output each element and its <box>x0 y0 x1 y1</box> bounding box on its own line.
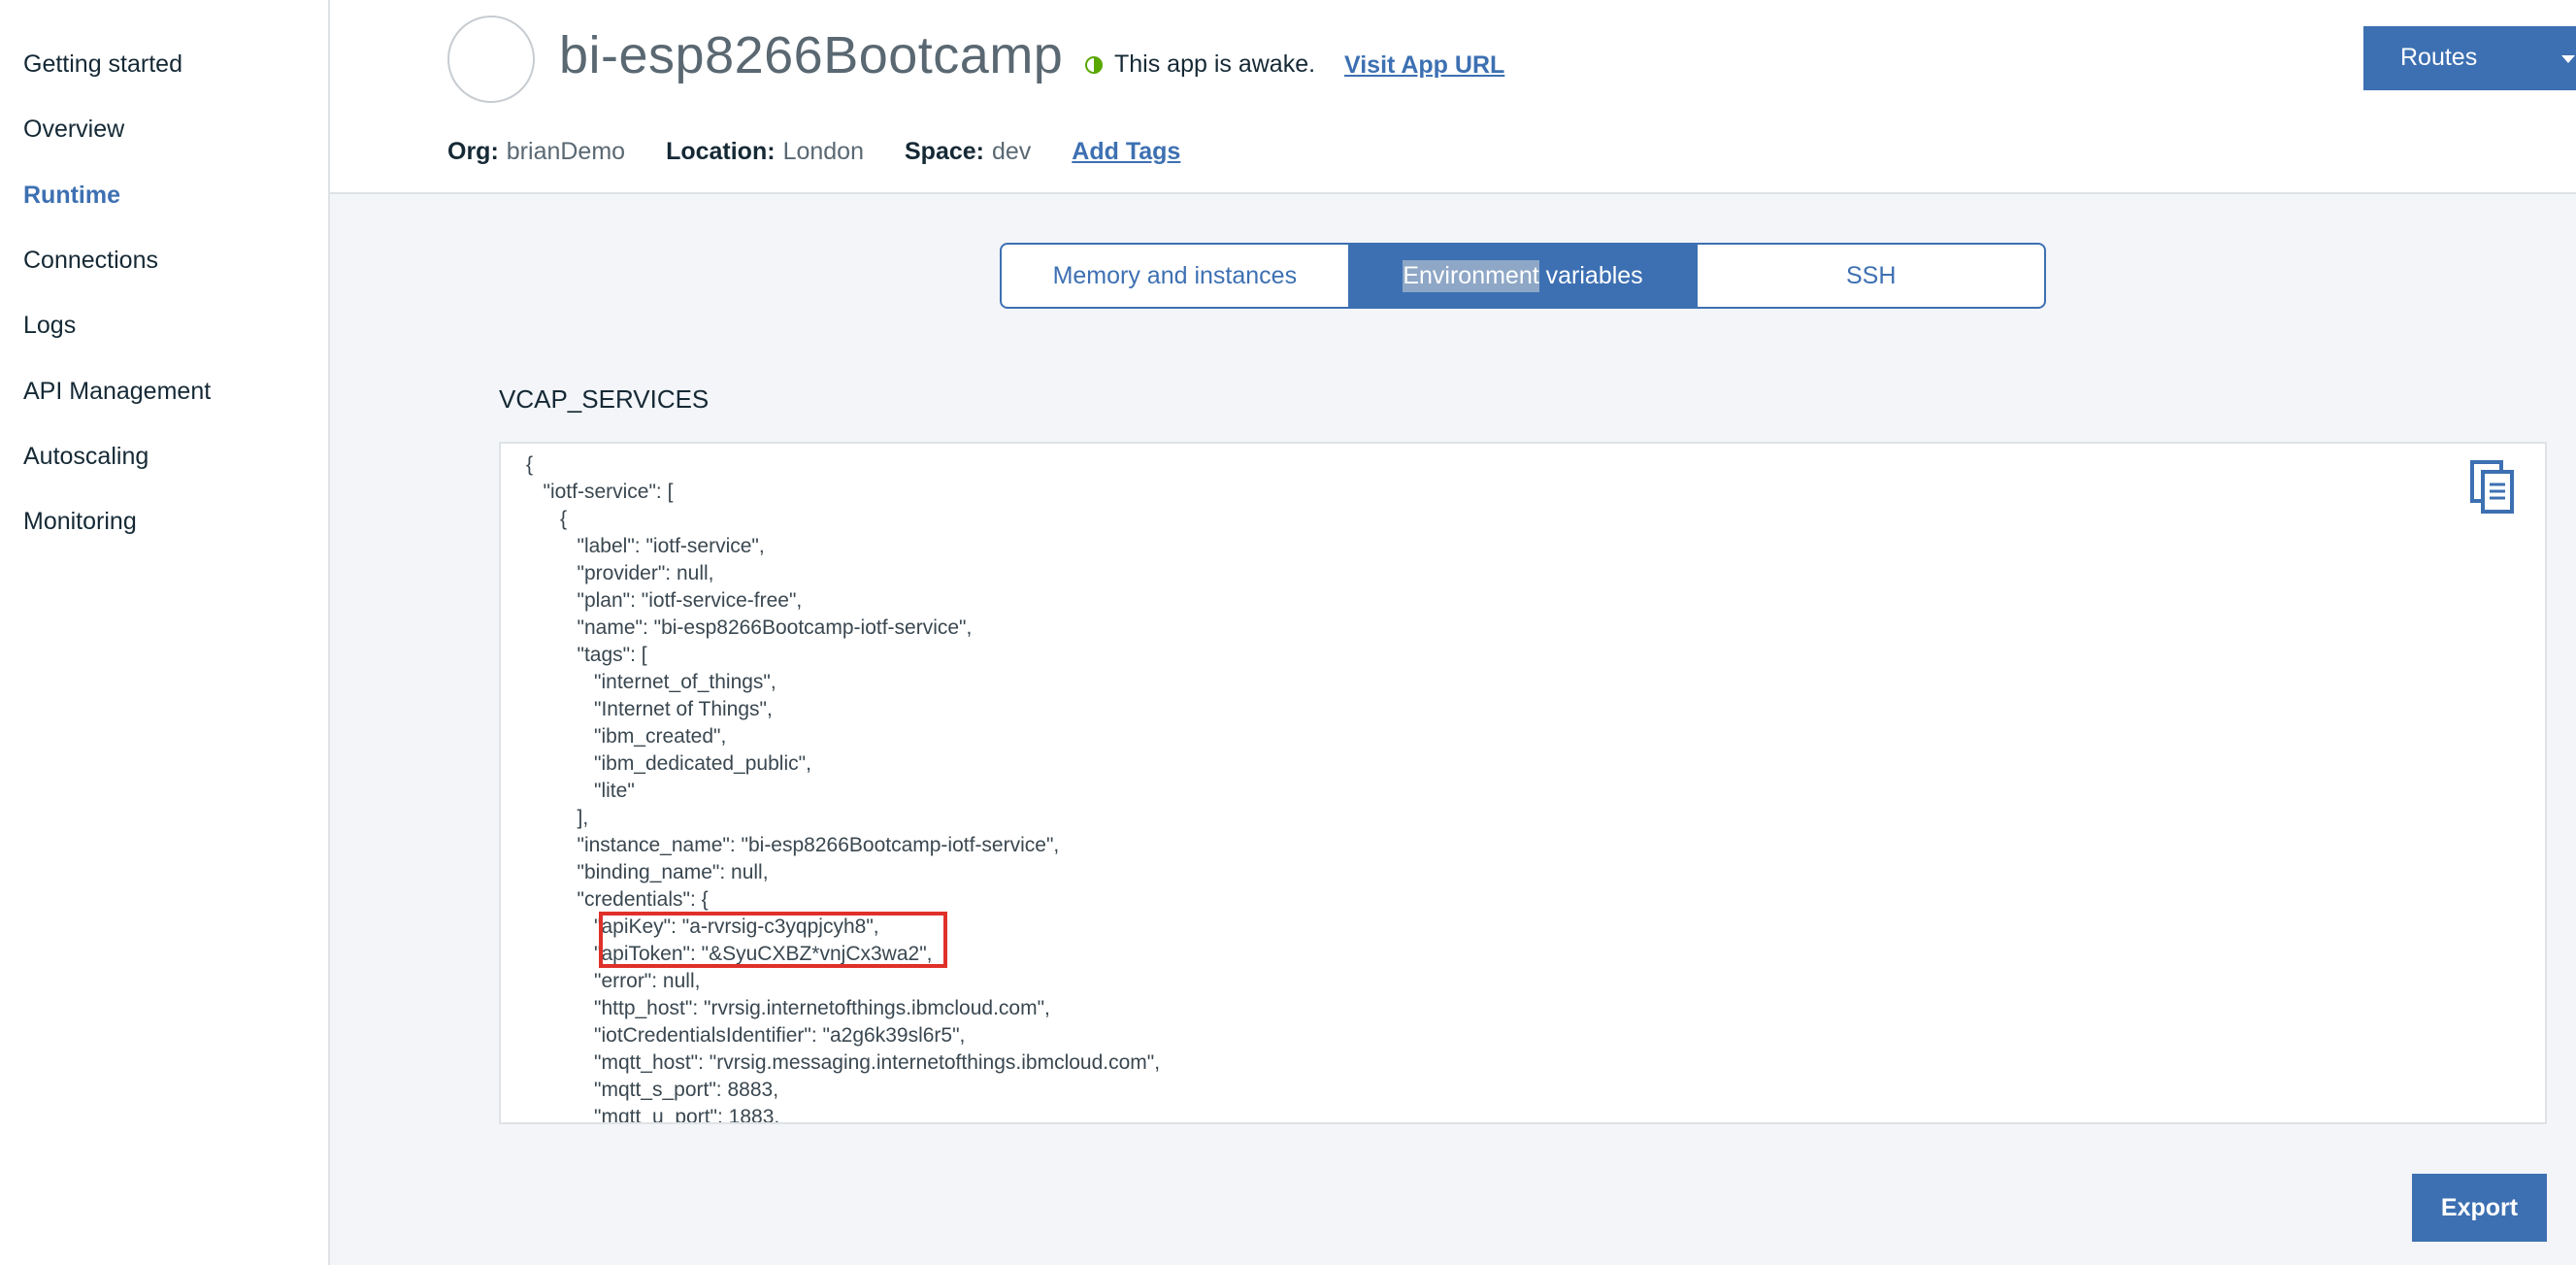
tab-memory-and-instances[interactable]: Memory and instances <box>1002 245 1348 307</box>
status-text: This app is awake. <box>1114 50 1316 78</box>
tab-label: Memory and instances <box>1052 261 1298 289</box>
space-value: dev <box>991 138 1032 165</box>
org-label: Org: <box>447 138 499 165</box>
app-avatar <box>447 16 535 103</box>
sidebar-item-logs[interactable]: Logs <box>23 312 76 340</box>
tab-label-rest: variables <box>1538 261 1643 289</box>
sidebar-item-monitoring[interactable]: Monitoring <box>23 508 137 536</box>
sidebar-item-runtime[interactable]: Runtime <box>23 182 120 210</box>
app-title: bi-esp8266Bootcamp <box>559 26 1064 84</box>
export-button[interactable]: Export <box>2412 1174 2547 1242</box>
location-value: London <box>782 138 864 165</box>
sidebar-item-getting-started[interactable]: Getting started <box>23 50 182 79</box>
sidebar-item-api-management[interactable]: API Management <box>23 378 211 406</box>
vcap-services-code-box[interactable]: { "iotf-service": [ { "label": "iotf-ser… <box>499 442 2547 1124</box>
tab-label-selected-part: Environment <box>1403 259 1539 292</box>
location-label: Location: <box>666 138 776 165</box>
vcap-services-json[interactable]: { "iotf-service": [ { "label": "iotf-ser… <box>526 451 1160 1122</box>
tab-ssh[interactable]: SSH <box>1696 245 2044 307</box>
sidebar-item-connections[interactable]: Connections <box>23 247 158 275</box>
add-tags-link[interactable]: Add Tags <box>1072 138 1180 166</box>
app-status: This app is awake. <box>1085 50 1315 79</box>
sidebar-item-overview[interactable]: Overview <box>23 116 124 144</box>
sidebar: Getting started Overview Runtime Connect… <box>0 0 330 1265</box>
visit-app-url-link[interactable]: Visit App URL <box>1344 51 1504 80</box>
status-awake-icon <box>1085 55 1103 74</box>
tab-environment-variables[interactable]: Environment variables <box>1347 245 1697 307</box>
routes-label: Routes <box>2400 44 2478 71</box>
runtime-tabs: Memory and instances Environment variabl… <box>1000 243 2046 309</box>
chevron-down-icon[interactable] <box>2561 55 2575 63</box>
space-label: Space: <box>905 138 984 165</box>
app-meta: Org: brianDemo Location: London Space: d… <box>447 138 1180 166</box>
app-header: bi-esp8266Bootcamp This app is awake. Vi… <box>330 0 2576 194</box>
copy-icon[interactable] <box>2469 459 2516 516</box>
vcap-services-title: VCAP_SERVICES <box>499 384 710 414</box>
routes-button[interactable]: Routes <box>2363 26 2576 90</box>
tab-label: SSH <box>1845 261 1897 289</box>
sidebar-item-autoscaling[interactable]: Autoscaling <box>23 443 149 471</box>
org-value: brianDemo <box>506 138 626 165</box>
